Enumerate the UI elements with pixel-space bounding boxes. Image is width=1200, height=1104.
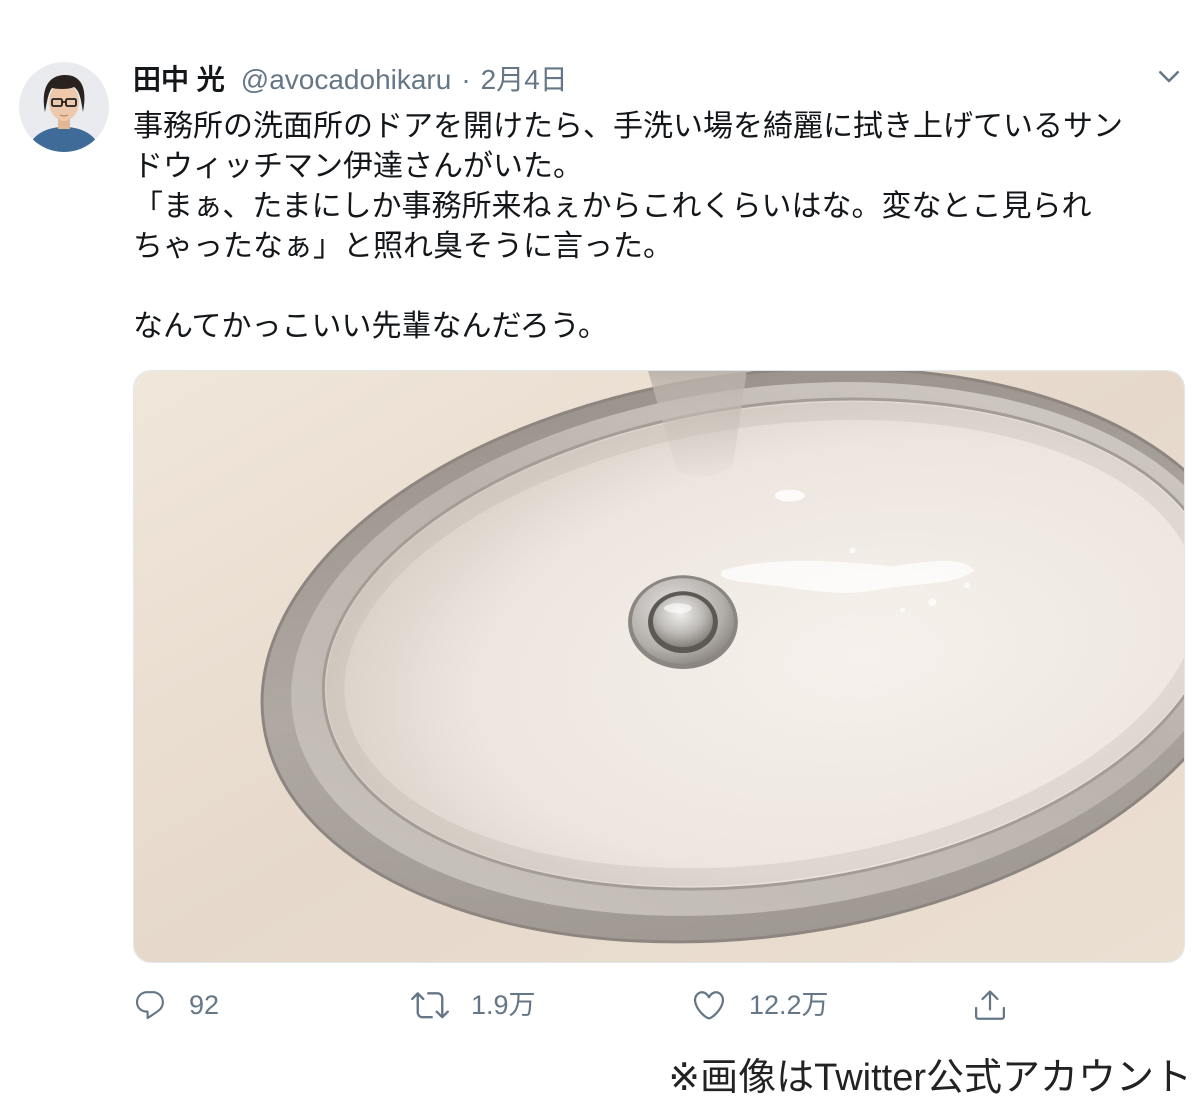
chevron-down-icon[interactable] xyxy=(1154,61,1184,91)
tweet-date[interactable]: 2月4日 xyxy=(481,58,568,98)
retweet-count: 1.9万 xyxy=(471,990,536,1020)
avatar[interactable] xyxy=(19,62,109,152)
tweet-text-line: ちゃったなぁ」と照れ臭そうに言った。 xyxy=(133,230,673,263)
share-icon[interactable] xyxy=(972,987,1008,1023)
drain xyxy=(628,575,738,669)
reply-count: 92 xyxy=(189,990,220,1020)
reply-icon[interactable] xyxy=(133,988,167,1022)
author-name[interactable]: 田中 光 xyxy=(133,58,225,98)
like-count: 12.2万 xyxy=(749,990,829,1020)
tweet-text-line: 事務所の洗面所のドアを開けたら、手洗い場を綺麗に拭き上げているサン xyxy=(133,110,1123,143)
tweet-photo[interactable] xyxy=(133,370,1185,963)
tweet-page: 田中 光 @avocadohikaru · 2月4日 事務所の洗面所のドアを開け… xyxy=(0,0,1200,1104)
share-button[interactable] xyxy=(972,985,1008,1025)
tweet-text-line: 「まぁ、たまにしか事務所来ねぇからこれくらいはな。変なとこ見られ xyxy=(133,190,1092,223)
author-handle[interactable]: @avocadohikaru xyxy=(241,64,452,96)
tweet-text: 事務所の洗面所のドアを開けたら、手洗い場を綺麗に拭き上げているサン ドウィッチマ… xyxy=(133,107,1185,347)
retweet-icon[interactable] xyxy=(411,986,449,1024)
like-button[interactable]: 12.2万 xyxy=(691,985,829,1025)
like-icon[interactable] xyxy=(691,987,727,1023)
image-credit-caption: ※画像はTwitter公式アカウント xyxy=(668,1057,1192,1099)
tweet-text-line: なんてかっこいい先輩なんだろう。 xyxy=(133,310,608,343)
reply-button[interactable]: 92 xyxy=(133,985,219,1025)
tweet-header: 田中 光 @avocadohikaru · 2月4日 xyxy=(133,58,568,98)
retweet-button[interactable]: 1.9万 xyxy=(411,985,536,1025)
header-separator: · xyxy=(461,64,471,95)
tweet-text-line: ドウィッチマン伊達さんがいた。 xyxy=(133,150,583,183)
